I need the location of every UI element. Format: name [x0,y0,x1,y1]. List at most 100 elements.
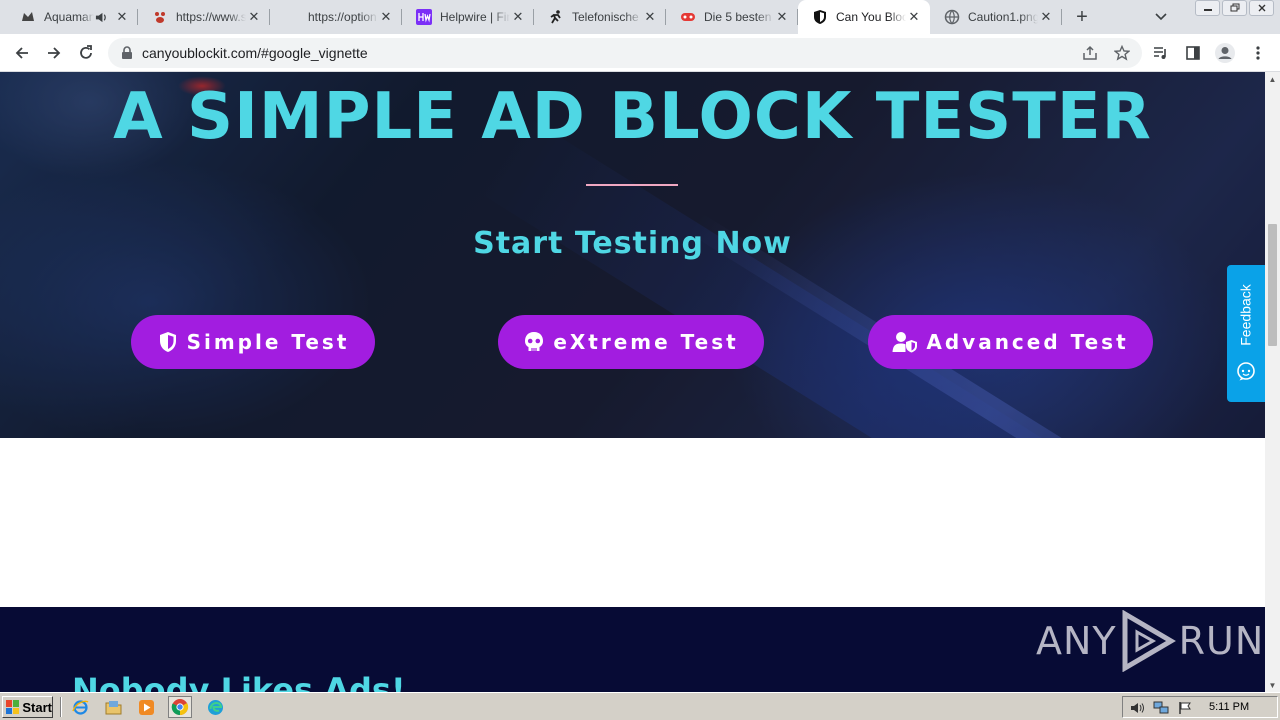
arrow-right-icon [48,47,61,59]
new-tab-button[interactable]: + [1070,5,1094,29]
scroll-down-button[interactable]: ▼ [1265,678,1280,692]
restore-icon [1230,3,1239,12]
shield-icon [157,331,179,353]
tab-telefonische[interactable]: Telefonische K ✕ [534,0,666,34]
close-icon[interactable]: ✕ [642,9,658,25]
advanced-test-button[interactable]: Advanced Test [868,315,1153,369]
start-button[interactable]: Start [2,696,53,718]
menu-button[interactable] [1245,40,1271,66]
speaker-icon[interactable] [94,10,108,24]
runner-icon [548,9,564,25]
vertical-scrollbar[interactable]: ▲ ▼ [1265,72,1280,692]
chat-icon [1237,362,1255,381]
close-window-button[interactable] [1249,0,1274,16]
restore-button[interactable] [1222,0,1247,16]
reload-icon [80,45,92,59]
globe-icon [944,9,960,25]
feedback-tab[interactable]: Feedback [1227,265,1265,402]
media-player-icon[interactable] [137,698,155,716]
tab-title: Aquaman [44,10,94,24]
network-icon[interactable] [1153,700,1169,716]
folder-icon[interactable] [104,698,122,716]
reload-button[interactable] [73,40,99,66]
tab-2[interactable]: https://www.s ✕ [138,0,270,34]
scroll-up-button[interactable]: ▲ [1265,72,1280,86]
chevron-down-icon [1155,13,1167,21]
share-icon [1083,45,1097,60]
media-control-button[interactable] [1148,40,1174,66]
simple-test-button[interactable]: Simple Test [131,315,375,369]
close-icon[interactable]: ✕ [906,9,922,25]
tab-search-button[interactable] [1150,6,1172,28]
volume-icon[interactable] [1129,700,1145,716]
address-bar[interactable]: canyoublockit.com/#google_vignette [108,38,1142,68]
close-icon[interactable]: ✕ [114,9,130,25]
tab-aquaman[interactable]: Aquaman ✕ [6,0,138,34]
scroll-thumb[interactable] [1268,224,1277,346]
close-icon[interactable]: ✕ [246,9,262,25]
paw-icon [152,9,168,25]
bookmark-button[interactable] [1109,40,1135,66]
helpwire-icon [416,9,432,25]
close-icon[interactable]: ✕ [378,9,394,25]
avatar-icon [1215,43,1235,63]
hero-section: A SIMPLE AD BLOCK TESTER Start Testing N… [0,72,1265,438]
page-viewport: A SIMPLE AD BLOCK TESTER Start Testing N… [0,72,1265,692]
blank-icon [284,9,300,25]
ie-icon[interactable] [71,698,89,716]
tab-title: https://option [308,10,377,24]
user-shield-icon [892,331,918,353]
shield-icon [812,9,828,25]
button-label: Advanced Test [926,330,1129,354]
edge-icon[interactable] [206,698,224,716]
hero-title: A SIMPLE AD BLOCK TESTER [113,80,1152,154]
tab-title: Telefonische K [572,10,642,24]
tab-strip: Aquaman ✕ https://www.s ✕ https://option… [0,0,1280,34]
lower-section: Nobody Likes Ads! ANY RUN [0,607,1265,692]
close-icon[interactable]: ✕ [1038,9,1054,25]
tab-title: https://www.s [176,10,246,24]
action-center-flag-icon[interactable] [1177,700,1193,716]
extreme-test-button[interactable]: eXtreme Test [498,315,764,369]
minimize-button[interactable] [1195,0,1220,16]
play-logo-icon [1122,610,1176,672]
minimize-icon [1203,9,1212,11]
pill-icon [680,9,696,25]
button-label: Simple Test [186,330,350,354]
clock: 5:11 PM [1209,701,1250,713]
windows-logo-icon [6,700,20,714]
tab-title: Caution1.png [968,10,1038,24]
tab-title: Die 5 besten L [704,10,774,24]
lock-icon[interactable] [120,46,134,60]
close-icon [1258,4,1265,12]
media-queue-icon [1154,47,1166,59]
arrow-left-icon [15,47,28,59]
screen: Aquaman ✕ https://www.s ✕ https://option… [0,0,1280,720]
button-label: eXtreme Test [553,330,739,354]
close-icon[interactable]: ✕ [510,9,526,25]
skull-icon [523,331,545,353]
divider [586,184,678,186]
taskbar: Start 5:11 PM [0,692,1280,720]
crown-icon [20,9,36,25]
tab-die5[interactable]: Die 5 besten L ✕ [666,0,798,34]
side-panel-icon [1186,46,1200,60]
browser-toolbar: canyoublockit.com/#google_vignette [0,34,1280,72]
side-panel-button[interactable] [1180,40,1206,66]
back-button[interactable] [9,40,35,66]
share-button[interactable] [1077,40,1103,66]
url-text[interactable]: canyoublockit.com/#google_vignette [142,45,368,61]
feedback-label: Feedback [1238,284,1255,346]
chrome-taskbar-icon[interactable] [168,696,192,718]
tab-can-you-block-it[interactable]: Can You Block ✕ [798,0,930,34]
window-controls [1195,0,1274,18]
section-title: Nobody Likes Ads! [72,671,406,692]
tab-3[interactable]: https://option ✕ [270,0,402,34]
close-icon[interactable]: ✕ [774,9,790,25]
tab-helpwire[interactable]: Helpwire | Fin ✕ [402,0,534,34]
tab-caution[interactable]: Caution1.png ✕ [930,0,1062,34]
tab-title: Helpwire | Fin [440,10,510,24]
forward-button[interactable] [41,40,67,66]
hero-subtitle: Start Testing Now [473,226,792,261]
profile-button[interactable] [1212,40,1238,66]
